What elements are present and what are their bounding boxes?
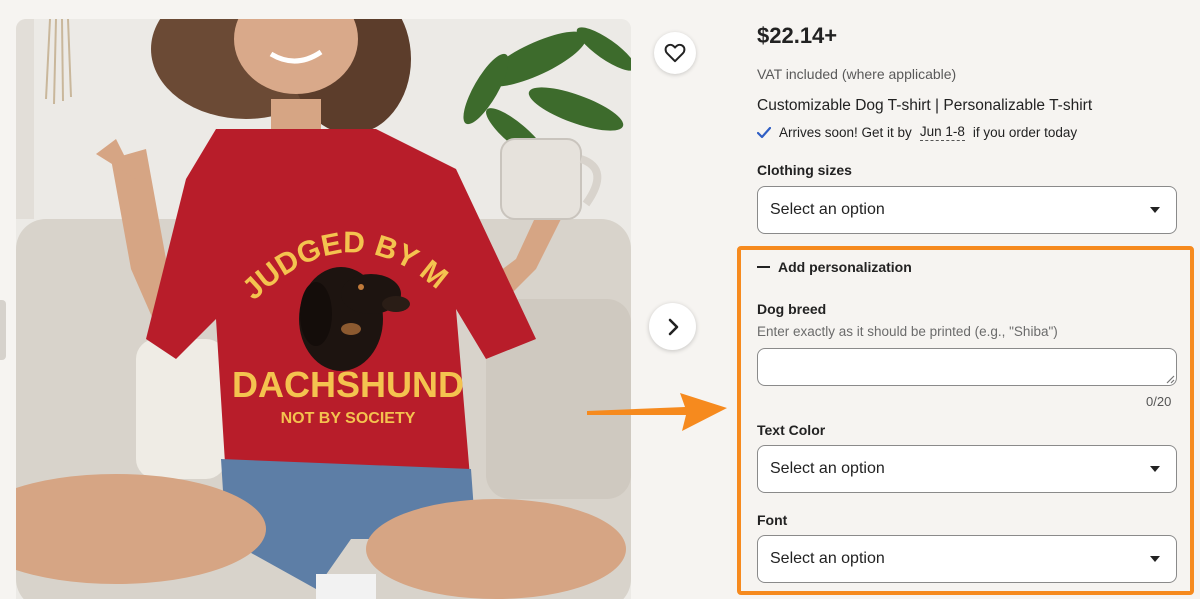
coffee-mug — [500, 138, 582, 220]
annotation-arrow — [587, 393, 727, 431]
font-label: Font — [757, 512, 788, 528]
shirt-text-bottom: NOT BY SOCIETY — [281, 410, 416, 427]
text-color-label: Text Color — [757, 422, 826, 438]
arrival-prefix: Arrives soon! Get it by — [779, 125, 912, 140]
add-personalization-toggle[interactable]: Add personalization — [757, 259, 912, 275]
product-image[interactable]: JUDGED BY MY DACHSHUND NOT BY SOCIETY — [16, 19, 631, 599]
dog-breed-hint: Enter exactly as it should be printed (e… — [757, 324, 1058, 339]
clothing-sizes-label: Clothing sizes — [757, 162, 852, 178]
product-title: Customizable Dog T-shirt | Personalizabl… — [757, 97, 1093, 114]
dog-breed-label: Dog breed — [757, 301, 827, 317]
caret-down-icon — [1150, 466, 1160, 472]
check-icon — [757, 126, 771, 138]
product-price: $22.14+ — [757, 23, 838, 48]
minus-icon — [757, 266, 770, 268]
clothing-sizes-select[interactable]: Select an option — [757, 186, 1177, 234]
favorite-button[interactable] — [654, 32, 696, 74]
dog-breed-input[interactable] — [757, 348, 1177, 386]
vat-note: VAT included (where applicable) — [757, 66, 957, 82]
arrival-date[interactable]: Jun 1-8 — [919, 124, 965, 141]
font-value: Select an option — [770, 550, 885, 567]
text-color-select[interactable]: Select an option — [757, 445, 1177, 493]
arrival-estimate: Arrives soon! Get it by Jun 1-8 if you o… — [757, 124, 1077, 141]
resize-grip-icon[interactable] — [1165, 374, 1175, 384]
clothing-sizes-value: Select an option — [770, 201, 885, 218]
caret-down-icon — [1150, 207, 1160, 213]
dog-breed-char-counter: 0/20 — [1146, 394, 1172, 409]
heart-icon — [664, 43, 686, 63]
text-color-value: Select an option — [770, 460, 885, 477]
arrival-suffix: if you order today — [972, 125, 1078, 140]
font-select[interactable]: Select an option — [757, 535, 1177, 583]
caret-down-icon — [1150, 556, 1160, 562]
product-photo-illustration: JUDGED BY MY DACHSHUND NOT BY SOCIETY — [16, 19, 631, 599]
shirt-text-main: DACHSHUND — [232, 364, 464, 405]
next-image-button[interactable] — [649, 303, 696, 350]
previous-image-peek — [0, 300, 6, 360]
chevron-right-icon — [668, 318, 678, 335]
add-personalization-label: Add personalization — [778, 259, 912, 275]
